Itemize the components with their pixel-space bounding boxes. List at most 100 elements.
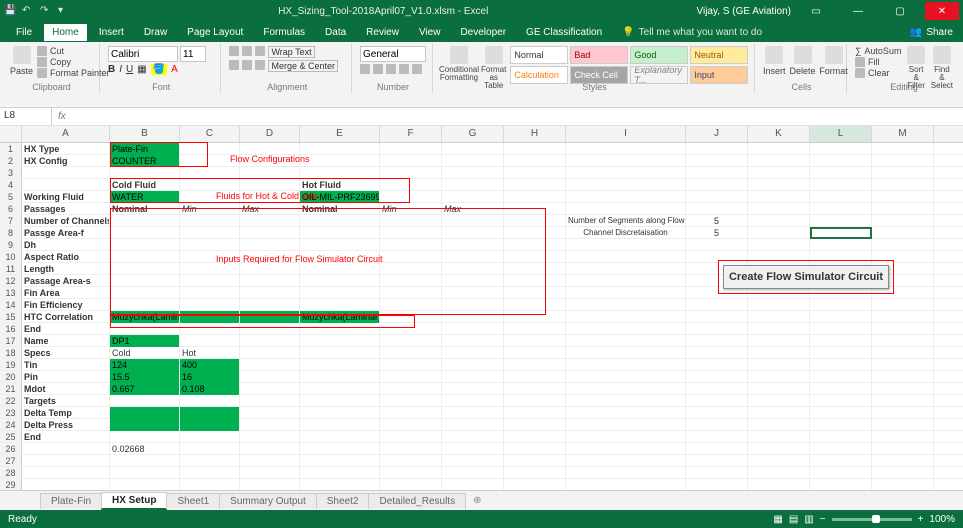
cell-K28[interactable] xyxy=(748,467,810,479)
cell-F10[interactable] xyxy=(380,251,442,263)
cell-A7[interactable]: Number of Channels xyxy=(22,215,110,227)
cell-D28[interactable] xyxy=(240,467,300,479)
cell-I10[interactable] xyxy=(566,251,686,263)
cell-G10[interactable] xyxy=(442,251,504,263)
cell-H18[interactable] xyxy=(504,347,566,359)
cell-E15[interactable]: Muzychka(Laminar)_Gn xyxy=(300,311,380,323)
cell-I2[interactable] xyxy=(566,155,686,167)
cell-M2[interactable] xyxy=(872,155,934,167)
cell-A24[interactable]: Delta Press xyxy=(22,419,110,431)
cell-B9[interactable] xyxy=(110,239,180,251)
cell-I1[interactable] xyxy=(566,143,686,155)
underline-button[interactable]: U xyxy=(126,64,133,75)
cell-H26[interactable] xyxy=(504,443,566,455)
row-header-11[interactable]: 11 xyxy=(0,263,22,274)
cell-D10[interactable] xyxy=(240,251,300,263)
cell-A12[interactable]: Passage Area-s xyxy=(22,275,110,287)
cell-G20[interactable] xyxy=(442,371,504,383)
cell-C28[interactable] xyxy=(180,467,240,479)
cell-M22[interactable] xyxy=(872,395,934,407)
cell-F20[interactable] xyxy=(380,371,442,383)
cell-K29[interactable] xyxy=(748,479,810,490)
account-name[interactable]: Vijay, S (GE Aviation) xyxy=(697,6,792,17)
cell-A4[interactable] xyxy=(22,179,110,191)
row-header-18[interactable]: 18 xyxy=(0,347,22,358)
cell-H24[interactable] xyxy=(504,419,566,431)
col-C[interactable]: C xyxy=(180,126,240,142)
cell-K8[interactable] xyxy=(748,227,810,239)
cell-B26[interactable]: 0.02668 xyxy=(110,443,180,455)
tab-insert[interactable]: Insert xyxy=(91,24,132,41)
cell-E5[interactable]: OIL-MIL-PRF23699_A xyxy=(300,191,380,203)
cut-button[interactable]: Cut xyxy=(37,46,110,56)
new-sheet-button[interactable]: ⊕ xyxy=(465,493,489,508)
cell-E26[interactable] xyxy=(300,443,380,455)
cell-L15[interactable] xyxy=(810,311,872,323)
cell-J7[interactable]: 5 xyxy=(686,215,748,227)
cell-L7[interactable] xyxy=(810,215,872,227)
cell-F1[interactable] xyxy=(380,143,442,155)
cell-F6[interactable]: Min xyxy=(380,203,442,215)
cell-E3[interactable] xyxy=(300,167,380,179)
cell-J26[interactable] xyxy=(686,443,748,455)
tab-ge-classification[interactable]: GE Classification xyxy=(518,24,610,41)
cell-G1[interactable] xyxy=(442,143,504,155)
cell-K3[interactable] xyxy=(748,167,810,179)
cell-C14[interactable] xyxy=(180,299,240,311)
cell-L4[interactable] xyxy=(810,179,872,191)
tab-draw[interactable]: Draw xyxy=(136,24,175,41)
row-header-1[interactable]: 1 xyxy=(0,143,22,154)
view-page-break-icon[interactable]: ▥ xyxy=(804,514,813,525)
cell-D8[interactable] xyxy=(240,227,300,239)
cell-F15[interactable] xyxy=(380,311,442,323)
cell-G14[interactable] xyxy=(442,299,504,311)
sheet-tab-sheet2[interactable]: Sheet2 xyxy=(316,493,370,509)
style-good[interactable]: Good xyxy=(630,46,688,64)
cell-F21[interactable] xyxy=(380,383,442,395)
row-header-23[interactable]: 23 xyxy=(0,407,22,418)
inc-decimal-icon[interactable] xyxy=(399,64,409,74)
cell-L5[interactable] xyxy=(810,191,872,203)
sheet-tab-plate-fin[interactable]: Plate-Fin xyxy=(40,493,102,509)
row-header-25[interactable]: 25 xyxy=(0,431,22,442)
cell-H1[interactable] xyxy=(504,143,566,155)
cell-G18[interactable] xyxy=(442,347,504,359)
cell-C3[interactable] xyxy=(180,167,240,179)
cell-G19[interactable] xyxy=(442,359,504,371)
cell-F22[interactable] xyxy=(380,395,442,407)
row-header-6[interactable]: 6 xyxy=(0,203,22,214)
cell-C17[interactable] xyxy=(180,335,240,347)
cell-J28[interactable] xyxy=(686,467,748,479)
cell-A8[interactable]: Passge Area-f xyxy=(22,227,110,239)
cell-J18[interactable] xyxy=(686,347,748,359)
align-top-icon[interactable] xyxy=(229,46,239,56)
cell-B13[interactable] xyxy=(110,287,180,299)
col-G[interactable]: G xyxy=(442,126,504,142)
cell-E13[interactable] xyxy=(300,287,380,299)
cell-H5[interactable] xyxy=(504,191,566,203)
cell-H6[interactable] xyxy=(504,203,566,215)
cell-L26[interactable] xyxy=(810,443,872,455)
delete-cells-button[interactable]: Delete xyxy=(790,46,816,76)
cell-E16[interactable] xyxy=(300,323,380,335)
comma-icon[interactable] xyxy=(386,64,396,74)
row-header-29[interactable]: 29 xyxy=(0,479,22,490)
cell-B21[interactable]: 0.667 xyxy=(110,383,180,395)
cell-E24[interactable] xyxy=(300,419,380,431)
cell-K27[interactable] xyxy=(748,455,810,467)
cell-F3[interactable] xyxy=(380,167,442,179)
cell-F25[interactable] xyxy=(380,431,442,443)
cell-C22[interactable] xyxy=(180,395,240,407)
cell-K7[interactable] xyxy=(748,215,810,227)
cell-J25[interactable] xyxy=(686,431,748,443)
cell-H17[interactable] xyxy=(504,335,566,347)
row-header-16[interactable]: 16 xyxy=(0,323,22,334)
cell-G28[interactable] xyxy=(442,467,504,479)
cell-F17[interactable] xyxy=(380,335,442,347)
cell-E23[interactable] xyxy=(300,407,380,419)
cell-F26[interactable] xyxy=(380,443,442,455)
cell-G25[interactable] xyxy=(442,431,504,443)
cell-K19[interactable] xyxy=(748,359,810,371)
cell-L14[interactable] xyxy=(810,299,872,311)
cell-E1[interactable] xyxy=(300,143,380,155)
